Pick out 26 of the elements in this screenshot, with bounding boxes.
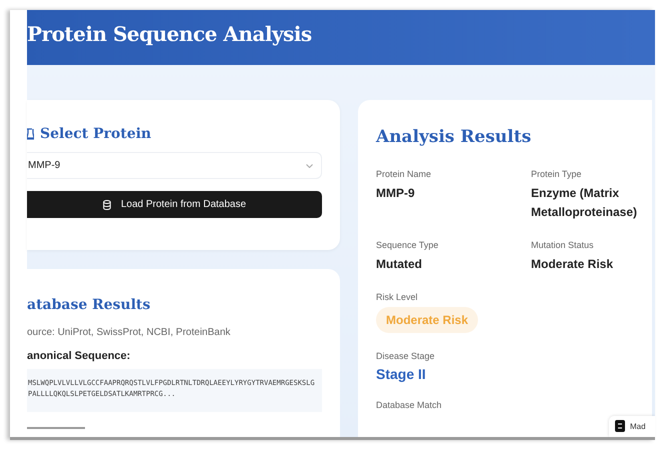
section-title: Analysis Results: [376, 127, 532, 147]
field-label: Mutation Status: [531, 240, 594, 250]
logo-icon: [615, 420, 625, 432]
source-text: ource: UniProt, SwissProt, NCBI, ProteinBank: [27, 327, 232, 338]
field-label: Risk Level: [376, 292, 418, 302]
stage-value: Stage II: [376, 366, 426, 382]
flask-icon: [27, 128, 34, 140]
database-icon: [102, 200, 111, 210]
made-with-badge[interactable]: Mad: [609, 416, 655, 437]
field-label: Protein Name: [376, 169, 432, 179]
field-value: Enzyme (Matrix Metalloproteinase): [531, 185, 638, 221]
chevron-down-icon: [306, 164, 313, 168]
field-value: MMP-9: [376, 185, 415, 202]
field-value: Mutated: [376, 256, 422, 273]
page-title: Protein Sequence Analysis: [27, 22, 313, 46]
field-label: Sequence Type: [376, 240, 438, 250]
field-value: Moderate Risk: [531, 256, 614, 273]
field-label: Disease Stage: [376, 351, 435, 361]
risk-badge: Moderate Risk: [376, 307, 478, 333]
section-title: atabase Results: [27, 297, 152, 313]
sequence-label: anonical Sequence:: [27, 350, 132, 362]
field-label: Protein Type: [531, 169, 582, 179]
load-protein-button[interactable]: Load Protein from Database: [27, 191, 322, 218]
protein-dropdown[interactable]: MMP-9: [27, 152, 322, 179]
field-label: Database Match: [376, 400, 442, 410]
section-title: Select Protein: [40, 126, 152, 142]
